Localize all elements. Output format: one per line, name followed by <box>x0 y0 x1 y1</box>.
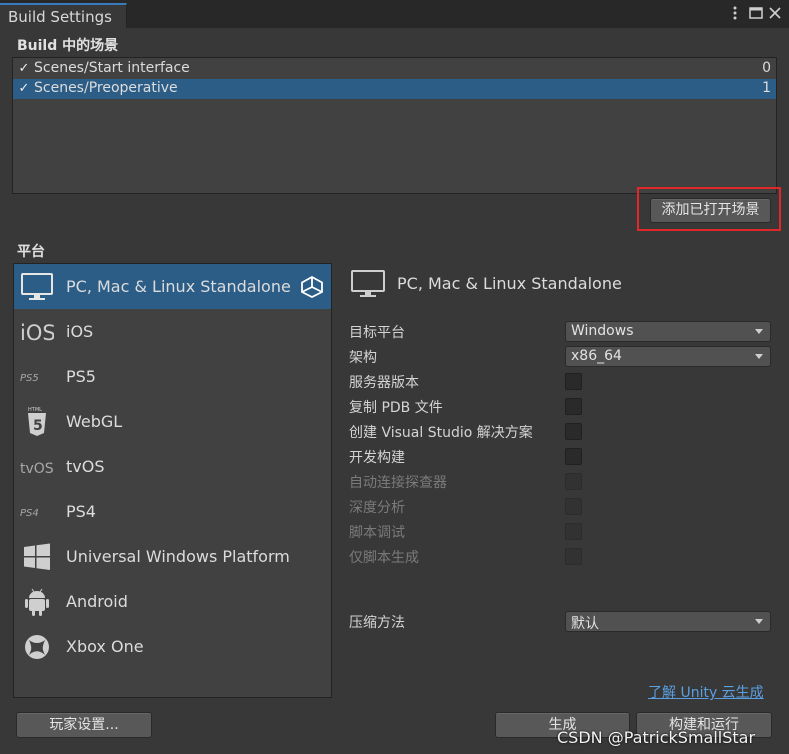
ios-icon: iOS <box>20 321 54 345</box>
monitor-icon <box>351 270 385 297</box>
platform-label: Xbox One <box>66 637 144 656</box>
scene-name: Scenes/Start interface <box>34 60 190 76</box>
target-platform-label: 目标平台 <box>349 325 405 341</box>
svg-text:tvOS: tvOS <box>20 461 54 477</box>
platform-heading: 平台 <box>17 244 45 260</box>
monitor-icon <box>21 273 53 300</box>
platform-item-webgl[interactable]: HTML 5 WebGL <box>14 399 331 444</box>
android-icon <box>25 588 49 616</box>
scripts-only-build-checkbox <box>565 548 582 565</box>
architecture-dropdown[interactable]: x86_64 <box>565 346 771 367</box>
tvos-icon: tvOS <box>20 461 54 477</box>
platform-label: PS5 <box>66 367 96 386</box>
server-build-checkbox[interactable] <box>565 373 582 390</box>
script-debugging-checkbox <box>565 523 582 540</box>
compression-method-label: 压缩方法 <box>349 615 405 631</box>
platform-label: Android <box>66 592 128 611</box>
svg-text:5: 5 <box>33 418 43 434</box>
svg-text:PS4: PS4 <box>20 508 39 519</box>
xbox-icon <box>25 635 49 659</box>
scripts-only-build-label: 仅脚本生成 <box>349 550 419 566</box>
platform-label: iOS <box>66 322 94 341</box>
platform-list[interactable]: PC, Mac & Linux Standalone iOS iOS PS5 P… <box>13 263 332 698</box>
autoconnect-profiler-checkbox <box>565 473 582 490</box>
target-platform-dropdown[interactable]: Windows <box>565 321 771 342</box>
checkmark-icon[interactable]: ✓ <box>17 82 31 96</box>
deep-profiling-label: 深度分析 <box>349 500 405 516</box>
window-tab[interactable]: Build Settings <box>0 3 127 28</box>
html5-icon: HTML 5 <box>28 407 46 436</box>
kebab-menu-icon[interactable] <box>727 5 743 21</box>
platform-item-ios[interactable]: iOS iOS <box>14 309 331 354</box>
scene-row[interactable]: ✓ Scenes/Start interface 0 <box>13 59 776 79</box>
create-vs-solution-label: 创建 Visual Studio 解决方案 <box>349 425 533 441</box>
development-build-label: 开发构建 <box>349 450 405 466</box>
copy-pdb-checkbox[interactable] <box>565 398 582 415</box>
platform-item-xbox-one[interactable]: Xbox One <box>14 624 331 669</box>
windows-icon <box>24 543 50 570</box>
script-debugging-label: 脚本调试 <box>349 525 405 541</box>
watermark: CSDN @PatrickSmallStar <box>557 728 756 747</box>
settings-title: PC, Mac & Linux Standalone <box>397 274 622 293</box>
platform-label: PS4 <box>66 502 96 521</box>
compression-method-value: 默认 <box>571 616 599 632</box>
development-build-checkbox[interactable] <box>565 448 582 465</box>
checkmark-icon[interactable]: ✓ <box>17 62 31 76</box>
scene-name: Scenes/Preoperative <box>34 80 178 96</box>
annotation-highlight-box <box>637 187 781 231</box>
maximize-icon[interactable] <box>748 5 764 21</box>
copy-pdb-label: 复制 PDB 文件 <box>349 400 443 416</box>
autoconnect-profiler-label: 自动连接探查器 <box>349 475 447 491</box>
chevron-down-icon <box>755 354 763 359</box>
server-build-label: 服务器版本 <box>349 375 419 391</box>
svg-text:HTML: HTML <box>28 407 42 413</box>
close-icon[interactable] <box>767 5 783 21</box>
player-settings-button[interactable]: 玩家设置... <box>16 712 152 738</box>
platform-label: Universal Windows Platform <box>66 547 290 566</box>
platform-item-tvos[interactable]: tvOS tvOS <box>14 444 331 489</box>
window-title: Build Settings <box>8 8 112 26</box>
scenes-heading: Build 中的场景 <box>17 38 119 54</box>
scene-row-selected[interactable]: ✓ Scenes/Preoperative 1 <box>13 79 776 99</box>
deep-profiling-checkbox <box>565 498 582 515</box>
svg-text:PS5: PS5 <box>20 373 39 384</box>
unity-logo-icon <box>301 276 323 298</box>
compression-method-dropdown[interactable]: 默认 <box>565 611 771 632</box>
scene-index: 0 <box>762 60 771 76</box>
unity-cloud-build-link[interactable]: 了解 Unity 云生成 <box>648 682 764 702</box>
platform-item-ps4[interactable]: PS4 PS4 <box>14 489 331 534</box>
architecture-value: x86_64 <box>571 348 622 364</box>
ps5-icon: PS5 <box>20 373 39 384</box>
platform-item-pc-mac-linux[interactable]: PC, Mac & Linux Standalone <box>14 264 331 309</box>
platform-item-android[interactable]: Android <box>14 579 331 624</box>
svg-text:iOS: iOS <box>20 321 54 345</box>
target-platform-value: Windows <box>571 323 634 339</box>
scenes-list[interactable]: ✓ Scenes/Start interface 0 ✓ Scenes/Preo… <box>12 57 777 194</box>
platform-label: tvOS <box>66 457 105 476</box>
chevron-down-icon <box>755 619 763 624</box>
platform-label: PC, Mac & Linux Standalone <box>66 277 291 296</box>
ps4-icon: PS4 <box>20 508 39 519</box>
platform-item-ps5[interactable]: PS5 PS5 <box>14 354 331 399</box>
create-vs-solution-checkbox[interactable] <box>565 423 582 440</box>
platform-item-uwp[interactable]: Universal Windows Platform <box>14 534 331 579</box>
chevron-down-icon <box>755 329 763 334</box>
platform-label: WebGL <box>66 412 123 431</box>
scene-index: 1 <box>762 80 771 96</box>
architecture-label: 架构 <box>349 350 377 366</box>
